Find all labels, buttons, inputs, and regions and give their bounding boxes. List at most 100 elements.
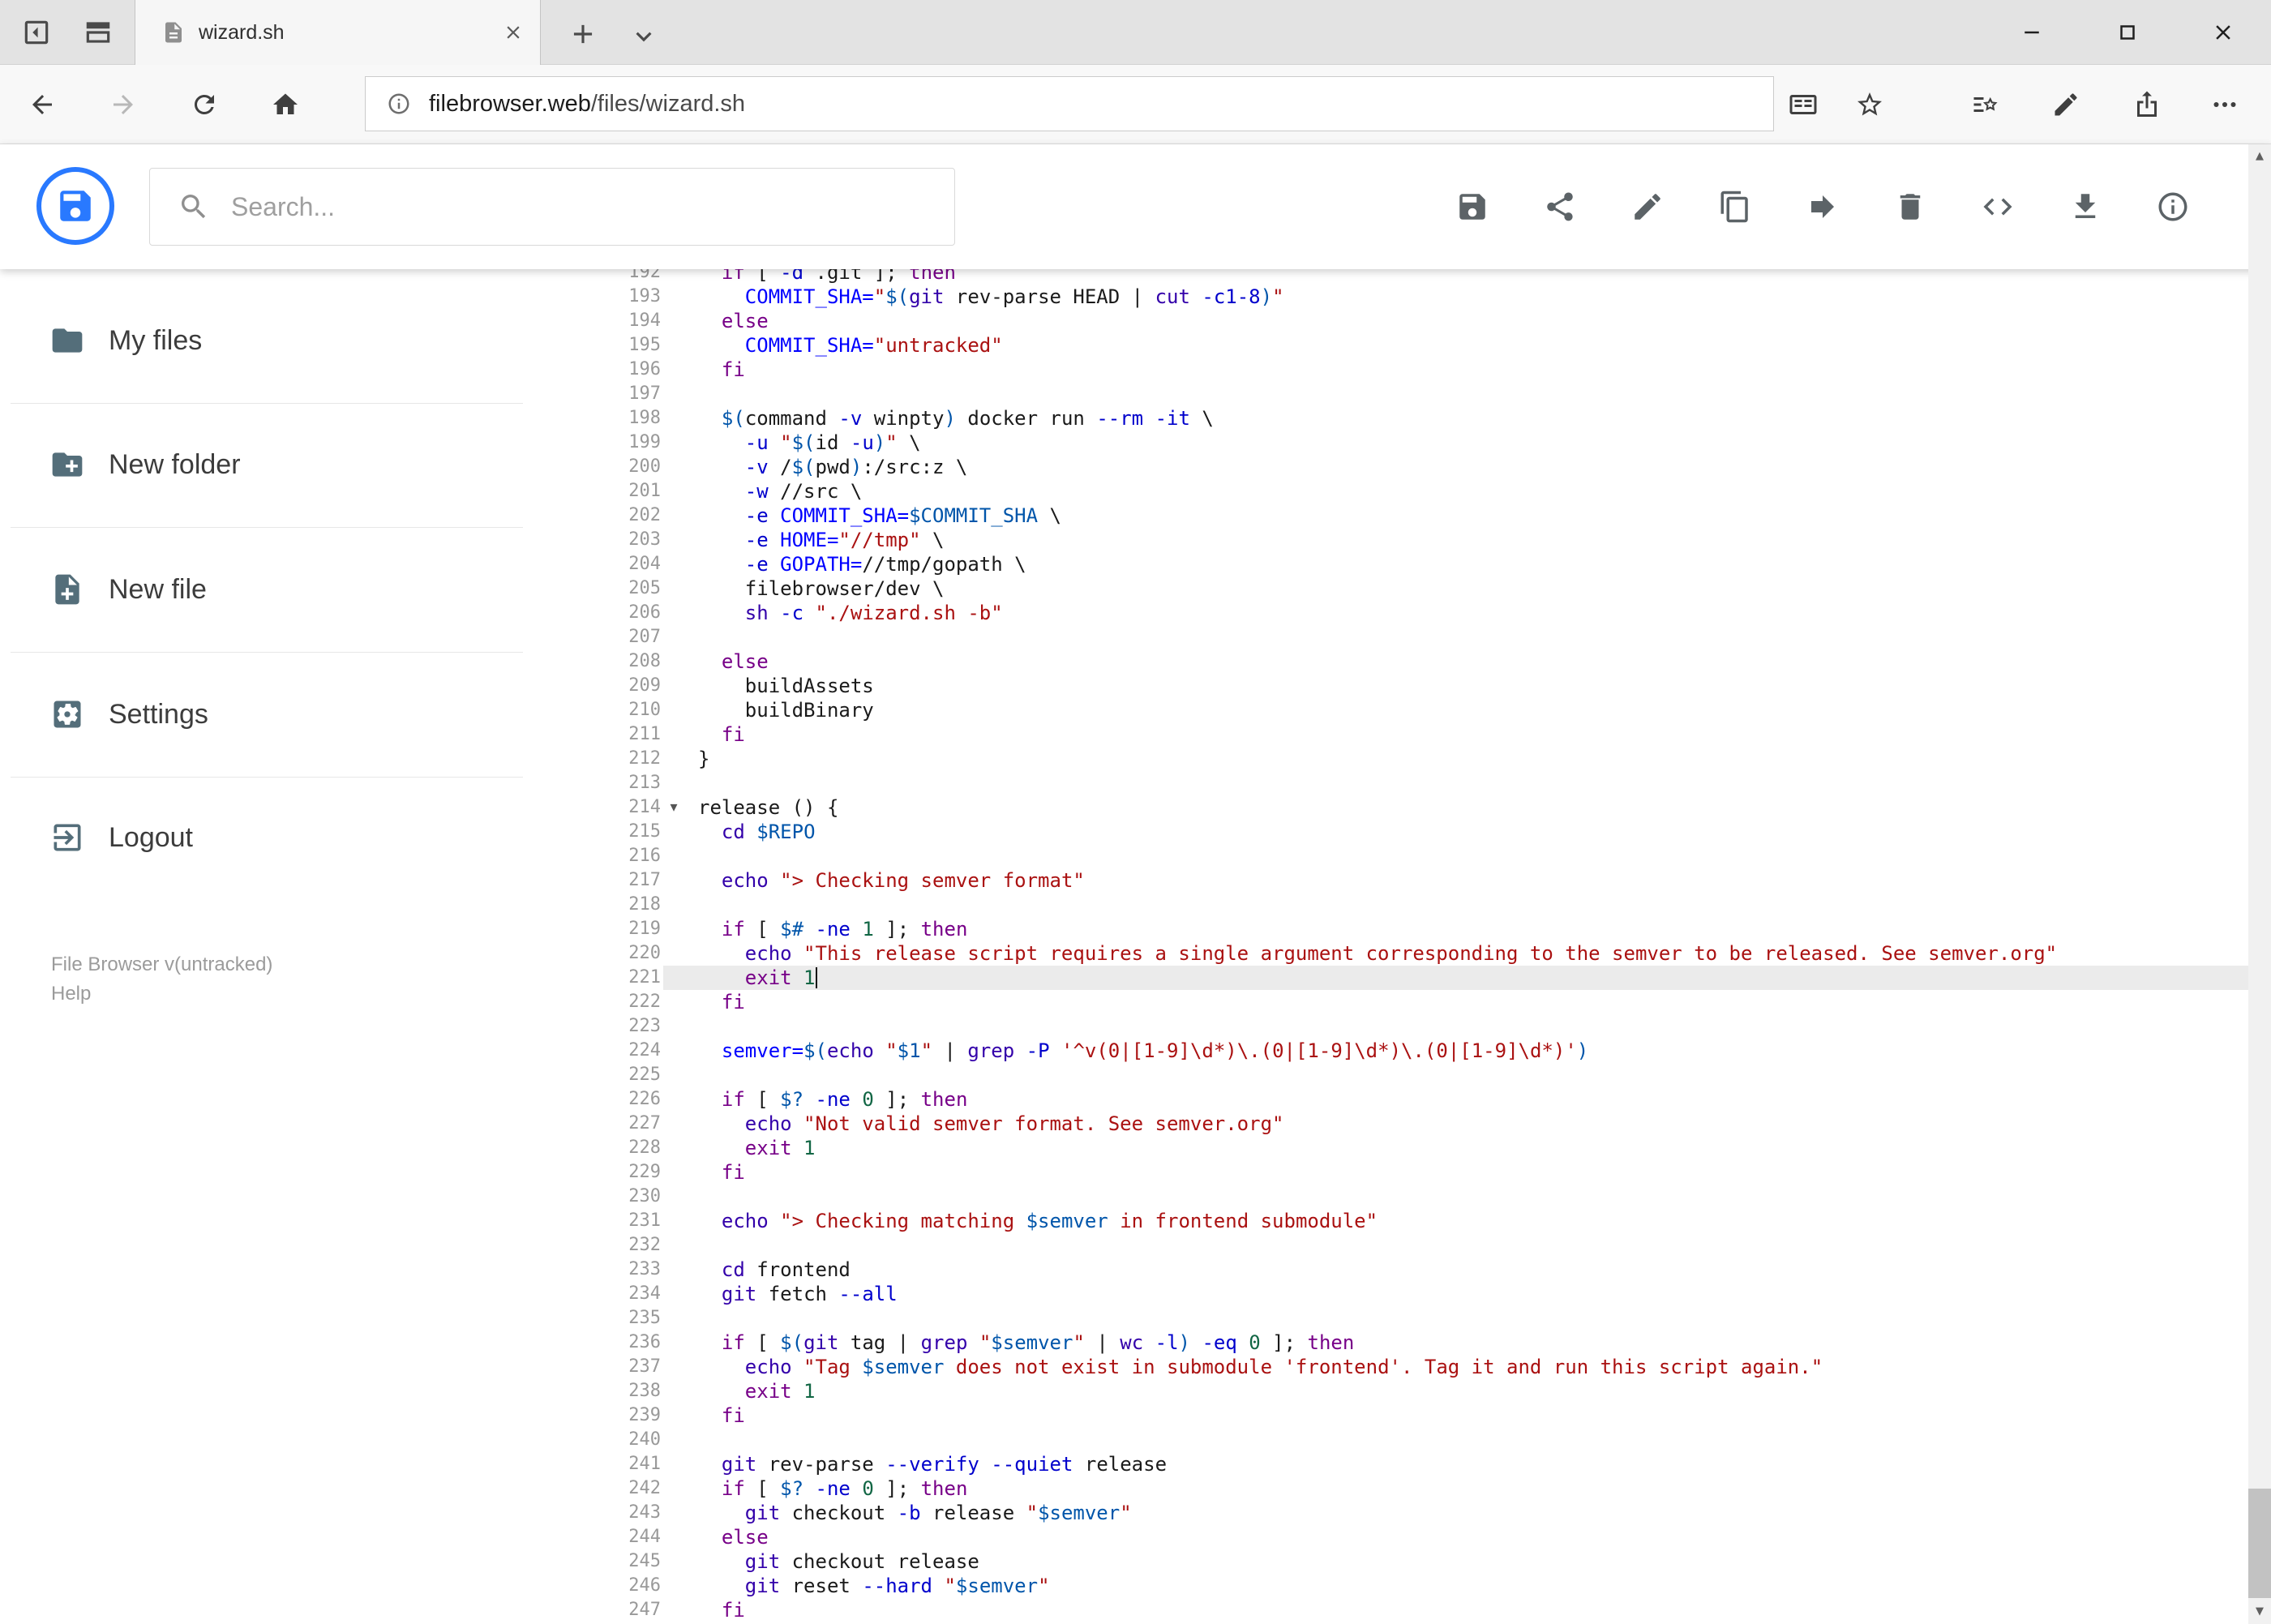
code-line-222[interactable]: 222 fi	[582, 990, 2248, 1014]
delete-icon[interactable]	[1893, 190, 1927, 224]
code-line-202[interactable]: 202 -e COMMIT_SHA=$COMMIT_SHA \	[582, 503, 2248, 528]
sidebar-item-logout[interactable]: Logout	[0, 800, 568, 875]
tab-list-chevron-icon[interactable]	[628, 21, 659, 52]
scroll-up-arrow[interactable]: ▲	[2248, 144, 2271, 169]
code-line-219[interactable]: 219 if [ $# -ne 1 ]; then	[582, 917, 2248, 941]
code-line-229[interactable]: 229 fi	[582, 1160, 2248, 1185]
code-line-228[interactable]: 228 exit 1	[582, 1136, 2248, 1160]
move-icon[interactable]	[1806, 190, 1840, 224]
code-line-241[interactable]: 241 git rev-parse --verify --quiet relea…	[582, 1452, 2248, 1476]
share-page-icon[interactable]	[2132, 90, 2162, 119]
code-line-214[interactable]: 214 ▾ release () {	[582, 795, 2248, 820]
code-line-247[interactable]: 247 fi	[582, 1598, 2248, 1622]
code-line-232[interactable]: 232	[582, 1233, 2248, 1258]
reading-view-icon[interactable]	[1789, 90, 1818, 119]
code-line-240[interactable]: 240	[582, 1428, 2248, 1452]
save-icon[interactable]	[1455, 190, 1489, 224]
code-line-227[interactable]: 227 echo "Not valid semver format. See s…	[582, 1112, 2248, 1136]
code-line-242[interactable]: 242 if [ $? -ne 0 ]; then	[582, 1476, 2248, 1501]
code-line-212[interactable]: 212}	[582, 747, 2248, 771]
code-line-204[interactable]: 204 -e GOPATH=//tmp/gopath \	[582, 552, 2248, 576]
code-line-237[interactable]: 237 echo "Tag $semver does not exist in …	[582, 1355, 2248, 1379]
code-line-231[interactable]: 231 echo "> Checking matching $semver in…	[582, 1209, 2248, 1233]
code-line-246[interactable]: 246 git reset --hard "$semver"	[582, 1574, 2248, 1598]
code-line-239[interactable]: 239 fi	[582, 1403, 2248, 1428]
sidebar-item-new-folder[interactable]: New folder	[0, 427, 568, 502]
page-scrollbar[interactable]: ▲ ▼	[2248, 144, 2271, 1624]
code-line-220[interactable]: 220 echo "This release script requires a…	[582, 941, 2248, 966]
code-line-224[interactable]: 224 semver=$(echo "$1" | grep -P '^v(0|[…	[582, 1039, 2248, 1063]
tab-close-icon[interactable]	[503, 22, 524, 43]
code-line-244[interactable]: 244 else	[582, 1525, 2248, 1549]
filebrowser-logo[interactable]	[36, 167, 114, 245]
code-line-195[interactable]: 195 COMMIT_SHA="untracked"	[582, 333, 2248, 358]
code-line-245[interactable]: 245 git checkout release	[582, 1549, 2248, 1574]
code-line-221[interactable]: 221 exit 1	[582, 966, 2248, 990]
sidebar-item-settings[interactable]: Settings	[0, 677, 568, 752]
favorite-star-icon[interactable]	[1855, 90, 1884, 119]
code-line-200[interactable]: 200 -v /$(pwd):/src:z \	[582, 455, 2248, 479]
fold-arrow-icon[interactable]: ▾	[663, 795, 684, 820]
search-input[interactable]	[231, 191, 938, 222]
site-info-icon[interactable]	[387, 92, 411, 116]
code-line-238[interactable]: 238 exit 1	[582, 1379, 2248, 1403]
browser-tab[interactable]: wizard.sh	[135, 0, 541, 65]
code-line-216[interactable]: 216	[582, 844, 2248, 868]
code-line-208[interactable]: 208 else	[582, 649, 2248, 674]
code-line-210[interactable]: 210 buildBinary	[582, 698, 2248, 722]
code-editor[interactable]: 192 if [ -d .git ]; then 193 COMMIT_SHA="…	[582, 269, 2248, 1624]
code-line-225[interactable]: 225	[582, 1063, 2248, 1087]
tabs-aside-icon[interactable]	[21, 17, 52, 48]
code-line-213[interactable]: 213	[582, 771, 2248, 795]
new-tab-button[interactable]	[568, 19, 598, 49]
forward-button[interactable]	[109, 90, 138, 119]
code-view-icon[interactable]	[1981, 190, 2015, 224]
rename-icon[interactable]	[1630, 190, 1665, 224]
sidebar-item-my-files[interactable]: My files	[0, 303, 568, 378]
code-line-236[interactable]: 236 if [ $(git tag | grep "$semver" | wc…	[582, 1330, 2248, 1355]
tab-preview-icon[interactable]	[83, 17, 114, 48]
maximize-button[interactable]	[2080, 0, 2175, 65]
sidebar-item-new-file[interactable]: New file	[0, 552, 568, 627]
code-line-223[interactable]: 223	[582, 1014, 2248, 1039]
code-line-243[interactable]: 243 git checkout -b release "$semver"	[582, 1501, 2248, 1525]
code-line-196[interactable]: 196 fi	[582, 358, 2248, 382]
back-button[interactable]	[28, 90, 57, 119]
copy-icon[interactable]	[1718, 190, 1752, 224]
scroll-down-arrow[interactable]: ▼	[2248, 1600, 2271, 1624]
code-line-193[interactable]: 193 COMMIT_SHA="$(git rev-parse HEAD | c…	[582, 285, 2248, 309]
code-line-215[interactable]: 215 cd $REPO	[582, 820, 2248, 844]
code-line-206[interactable]: 206 sh -c "./wizard.sh -b"	[582, 601, 2248, 625]
search-bar[interactable]	[149, 168, 955, 246]
code-line-194[interactable]: 194 else	[582, 309, 2248, 333]
code-line-209[interactable]: 209 buildAssets	[582, 674, 2248, 698]
code-line-205[interactable]: 205 filebrowser/dev \	[582, 576, 2248, 601]
download-icon[interactable]	[2068, 190, 2102, 224]
close-button[interactable]	[2175, 0, 2271, 65]
scrollbar-thumb[interactable]	[2248, 1489, 2271, 1598]
minimize-button[interactable]	[1984, 0, 2080, 65]
hub-icon[interactable]	[1970, 90, 1999, 119]
code-line-197[interactable]: 197	[582, 382, 2248, 406]
home-button[interactable]	[271, 90, 300, 119]
code-line-233[interactable]: 233 cd frontend	[582, 1258, 2248, 1282]
info-icon[interactable]	[2156, 190, 2190, 224]
code-line-201[interactable]: 201 -w //src \	[582, 479, 2248, 503]
more-options-icon[interactable]	[2210, 90, 2239, 119]
address-bar[interactable]: filebrowser.web/files/wizard.sh	[365, 76, 1774, 131]
share-icon[interactable]	[1543, 190, 1577, 224]
code-line-230[interactable]: 230	[582, 1185, 2248, 1209]
code-line-234[interactable]: 234 git fetch --all	[582, 1282, 2248, 1306]
refresh-button[interactable]	[190, 90, 219, 119]
code-line-192[interactable]: 192 if [ -d .git ]; then	[582, 269, 2248, 285]
code-line-211[interactable]: 211 fi	[582, 722, 2248, 747]
code-line-218[interactable]: 218	[582, 893, 2248, 917]
code-line-235[interactable]: 235	[582, 1306, 2248, 1330]
code-line-199[interactable]: 199 -u "$(id -u)" \	[582, 431, 2248, 455]
code-line-217[interactable]: 217 echo "> Checking semver format"	[582, 868, 2248, 893]
web-note-icon[interactable]	[2051, 90, 2080, 119]
code-line-207[interactable]: 207	[582, 625, 2248, 649]
code-line-203[interactable]: 203 -e HOME="//tmp" \	[582, 528, 2248, 552]
code-line-198[interactable]: 198 $(command -v winpty) docker run --rm…	[582, 406, 2248, 431]
help-link[interactable]: Help	[51, 979, 272, 1009]
